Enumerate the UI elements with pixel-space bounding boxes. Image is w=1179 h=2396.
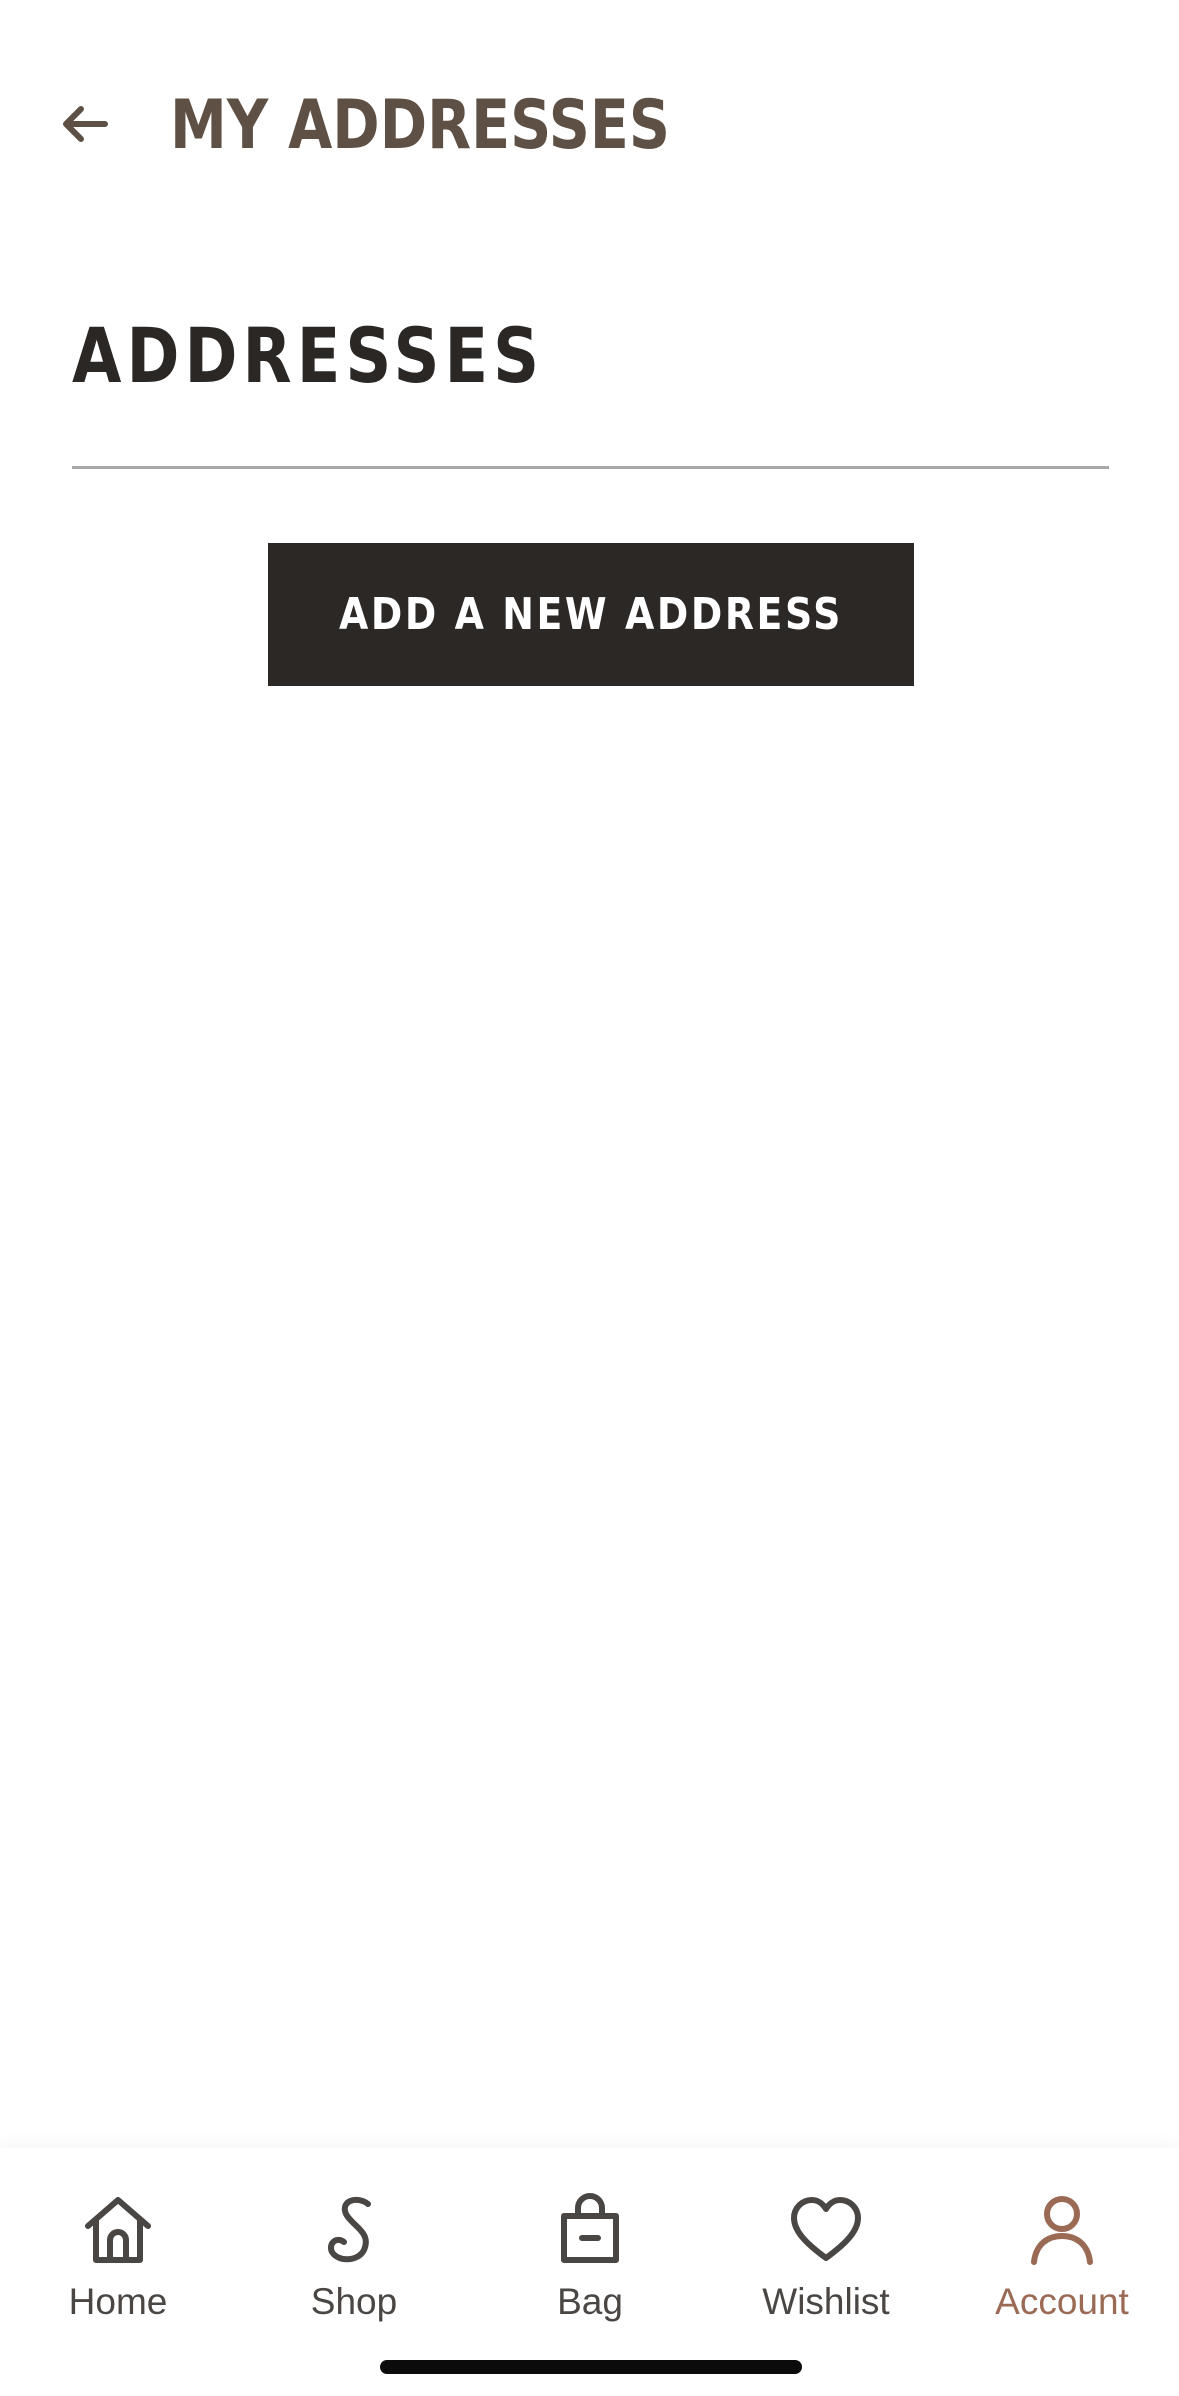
bottom-tab-bar: Home Shop Bag Wishlist Account — [0, 2148, 1179, 2396]
arrow-left-icon — [63, 106, 108, 142]
tab-account[interactable]: Account — [962, 2188, 1162, 2338]
tab-label-wishlist: Wishlist — [762, 2281, 890, 2322]
add-new-address-label: ADD A NEW ADDRESS — [339, 589, 843, 640]
section-title: ADDRESSES — [72, 311, 545, 400]
home-icon — [76, 2188, 160, 2272]
tab-label-account: Account — [995, 2281, 1129, 2322]
add-new-address-button[interactable]: ADD A NEW ADDRESS — [268, 543, 914, 686]
tab-label-bag: Bag — [557, 2281, 623, 2322]
heart-icon — [784, 2188, 868, 2272]
bag-icon — [548, 2188, 632, 2272]
tab-shop[interactable]: Shop — [254, 2188, 454, 2338]
account-icon — [1020, 2188, 1104, 2272]
section-divider — [72, 466, 1109, 469]
tab-bag[interactable]: Bag — [490, 2188, 690, 2338]
tab-label-shop: Shop — [310, 2281, 398, 2322]
back-button[interactable] — [52, 92, 116, 156]
tab-home[interactable]: Home — [18, 2188, 218, 2338]
tab-wishlist[interactable]: Wishlist — [726, 2188, 926, 2338]
shop-icon — [312, 2188, 396, 2272]
home-indicator — [380, 2360, 802, 2374]
page-title: MY ADDRESSES — [170, 86, 670, 165]
tab-label-home: Home — [68, 2281, 168, 2322]
top-bar: MY ADDRESSES — [0, 0, 1179, 230]
